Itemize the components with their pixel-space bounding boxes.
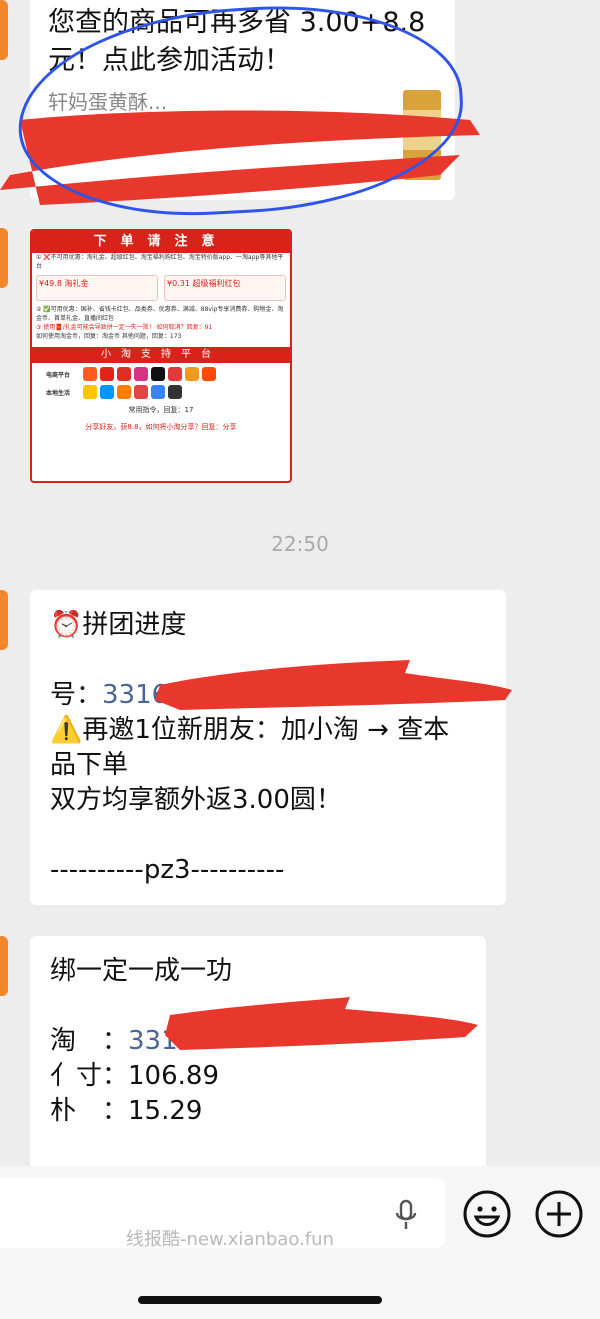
invite-text-line1: ⚠️再邀1位新朋友：加小淘 → 查本: [50, 715, 450, 745]
microphone-icon[interactable]: [392, 1199, 420, 1231]
size-row: 亻寸：106.89: [50, 1059, 466, 1094]
group-progress-title: ⏰拼团进度: [50, 610, 187, 640]
avatar[interactable]: [0, 590, 8, 650]
watermark-text: 线报酷-new.xianbao.fun: [126, 1229, 334, 1250]
poster-rule-1: ① ❌不可用优惠：淘礼金、超级红包、淘宝福利购红包、淘宝特价版app、一淘app…: [36, 254, 284, 270]
local-life-label: 本地生活: [45, 389, 70, 397]
suning-icon: [185, 367, 199, 381]
poster-rule-2: ② ✅可用优惠：国补、省钱卡红包、品类券、优惠券、满减、88vip专享消费券、购…: [36, 306, 284, 322]
pu-label: 朴 ：: [50, 1096, 129, 1126]
vip-icon: [134, 367, 148, 381]
size-value: 106.89: [128, 1061, 219, 1091]
avatar[interactable]: [0, 0, 8, 60]
order-notice-poster-image[interactable]: 下单请注意 ① ❌不可用优惠：淘礼金、超级红包、淘宝福利购红包、淘宝特价版app…: [30, 229, 292, 483]
tao-label: 淘 ：: [50, 1026, 129, 1056]
jd-icon: [168, 367, 182, 381]
poster-title: 下单请注意: [32, 231, 290, 253]
eleme-icon: [100, 385, 114, 399]
pu-row: 朴 ：15.29: [50, 1094, 466, 1129]
add-more-icon[interactable]: [534, 1189, 584, 1239]
pu-value: 15.29: [128, 1096, 203, 1126]
divider-text: ----------pz3----------: [50, 855, 285, 885]
hotel-icon: [151, 385, 165, 399]
taobao-icon: [83, 367, 97, 381]
group-id-label: 号：: [50, 680, 103, 710]
express-icon: [168, 385, 182, 399]
invite-text-line2: 品下单: [50, 750, 129, 780]
reward-text: 双方均享额外返3.00圆！: [50, 785, 342, 815]
poster-card-taolijin: ¥49.8 淘礼金: [36, 275, 158, 301]
poster-footer-share: 分享好友，获8.8，如何将小淘分享？回复：分享: [85, 423, 237, 431]
group-progress-message-bubble[interactable]: ⏰拼团进度 号：331645... ⚠️再邀1位新朋友：加小淘 → 查本 品下单…: [30, 590, 506, 905]
didi-icon: [117, 385, 131, 399]
message-timestamp: 22:50: [271, 532, 329, 556]
meituan-icon: [83, 385, 97, 399]
kuaishou-icon: [202, 367, 216, 381]
home-indicator[interactable]: [138, 1296, 382, 1304]
tmall-icon: [100, 367, 114, 381]
poster-section-title: 小淘支持平台: [32, 347, 290, 363]
poster-rule-3: ③ 使用🧧/礼金可能会导致拼一定一失一败！ 如何取消？回复：91: [36, 324, 213, 331]
ecommerce-label: 电商平台: [45, 371, 70, 379]
emoji-icon[interactable]: [462, 1189, 512, 1239]
poster-card-redpacket: ¥0.31 超级福利红包: [164, 275, 286, 301]
douyin-icon: [151, 367, 165, 381]
bind-success-message-bubble[interactable]: 绑一定一成一功 淘 ：331... 亻寸：106.89 朴 ：15.29: [30, 936, 486, 1176]
avatar[interactable]: [0, 228, 8, 288]
pinduoduo-icon: [117, 367, 131, 381]
redaction-scribble: [165, 997, 478, 1050]
bind-title: 绑一定一成一功: [50, 956, 233, 986]
poster-rule-4: 如何使用淘金币，回复：淘金币 其他问题，回复：173: [36, 333, 182, 340]
avatar[interactable]: [0, 936, 8, 996]
size-label: 亻寸：: [50, 1061, 129, 1091]
redaction-scribble: [155, 660, 512, 710]
poster-footer-commands: 常用指令，回复：17: [128, 406, 194, 414]
movie-icon: [134, 385, 148, 399]
